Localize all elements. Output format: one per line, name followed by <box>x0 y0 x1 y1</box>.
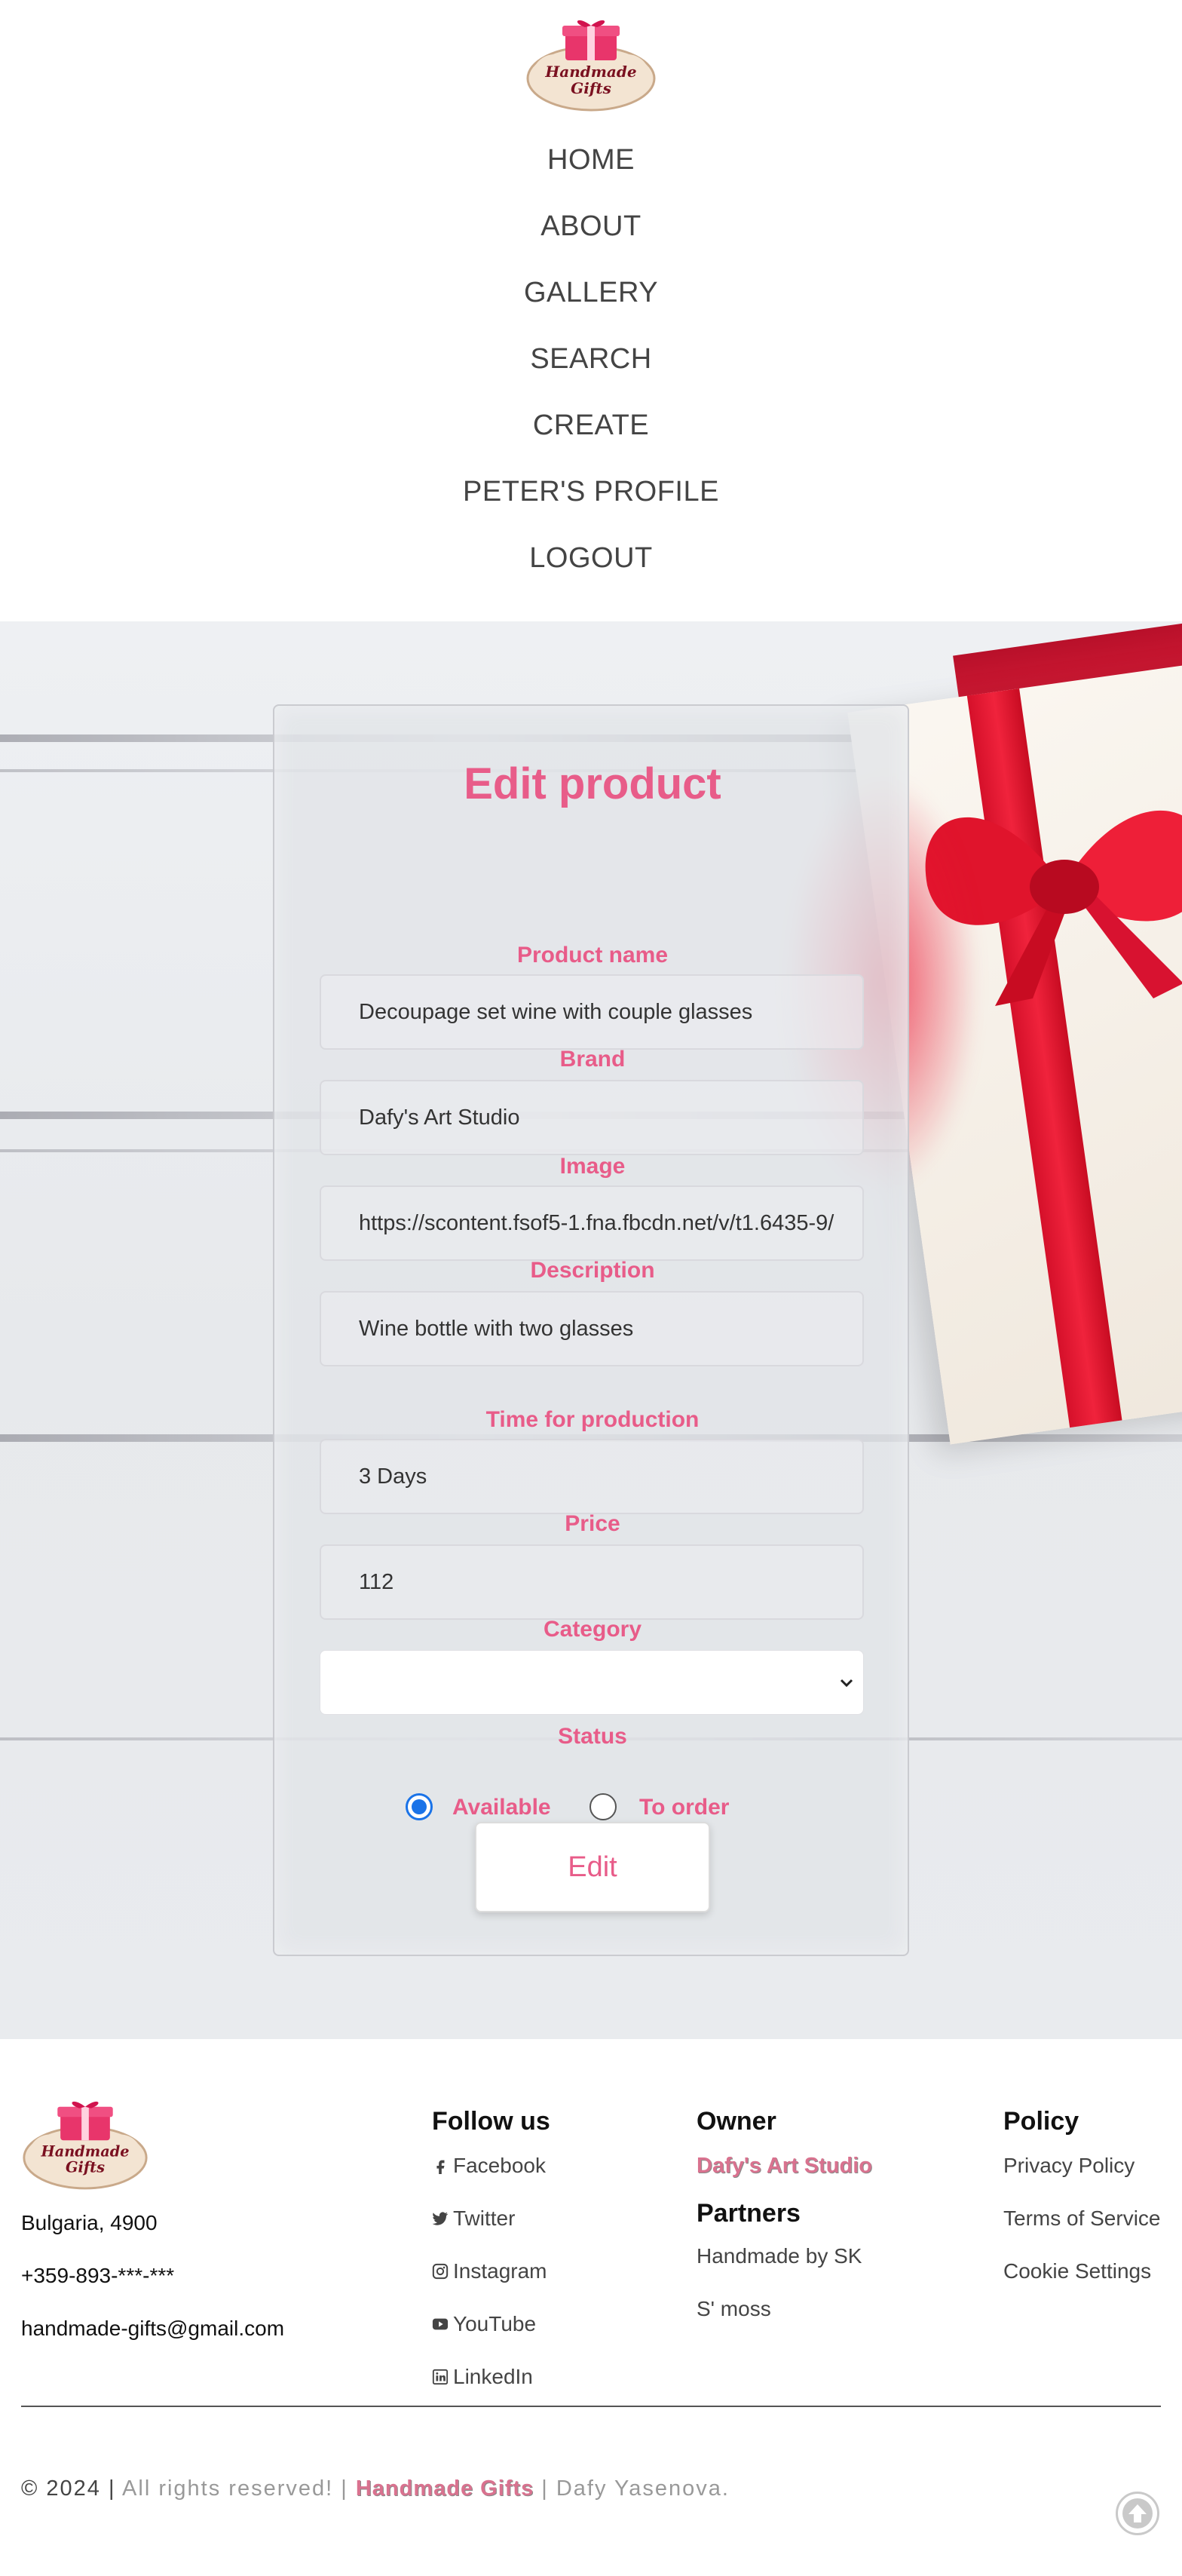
edit-submit-button[interactable]: Edit <box>475 1822 710 1912</box>
form-title: Edit product <box>464 759 721 808</box>
svg-text:Handmade: Handmade <box>544 63 636 81</box>
owner-link[interactable]: Dafy's Art Studio <box>697 2154 872 2179</box>
edit-product-form: Edit product Product name Decoupage set … <box>273 704 909 1956</box>
facebook-icon <box>436 2160 445 2174</box>
status-available-label[interactable]: Available <box>452 1795 551 1820</box>
owner-heading: Owner <box>697 2107 776 2136</box>
scroll-to-top-button[interactable] <box>1116 2492 1159 2535</box>
footer-address: Bulgaria, 4900 <box>21 2211 158 2234</box>
nav-about[interactable]: ABOUT <box>0 193 1182 259</box>
partners-heading: Partners <box>697 2199 801 2228</box>
copyright-separator: | <box>109 2476 116 2501</box>
copyright-author: | Dafy Yasenova. <box>541 2476 730 2501</box>
partner-link-s-moss[interactable]: S' moss <box>697 2297 771 2321</box>
hero-background: Edit product Product name Decoupage set … <box>0 621 1182 2039</box>
nav-gallery[interactable]: GALLERY <box>0 259 1182 326</box>
price-label: Price <box>565 1511 620 1536</box>
price-input[interactable]: 112 <box>320 1544 864 1620</box>
production-time-input[interactable]: 3 Days <box>320 1439 864 1514</box>
arrow-up-icon <box>1122 2498 1153 2528</box>
twitter-label: Twitter <box>453 2206 516 2230</box>
svg-text:Gifts: Gifts <box>571 79 611 97</box>
product-name-input[interactable]: Decoupage set wine with couple glasses <box>320 974 864 1050</box>
terms-of-service-link[interactable]: Terms of Service <box>1003 2206 1161 2231</box>
site-footer: Handmade Gifts Bulgaria, 4900 +359-893-*… <box>0 2039 1182 2576</box>
site-header: Handmade Gifts HOME ABOUT GALLERY SEARCH… <box>0 0 1182 621</box>
cookie-settings-link[interactable]: Cookie Settings <box>1003 2259 1151 2283</box>
copyright-notice: © 2024 | All rights reserved! | Handmade… <box>21 2476 730 2501</box>
follow-us-heading: Follow us <box>432 2107 550 2136</box>
brand-label: Brand <box>559 1047 626 1072</box>
privacy-policy-link[interactable]: Privacy Policy <box>1003 2154 1135 2178</box>
footer-phone: +359-893-***-*** <box>21 2264 175 2287</box>
nav-logout[interactable]: LOGOUT <box>0 525 1182 591</box>
product-name-label: Product name <box>516 943 669 968</box>
status-to-order-radio[interactable] <box>589 1793 617 1820</box>
description-label: Description <box>530 1258 655 1283</box>
status-available-radio[interactable] <box>406 1793 433 1820</box>
facebook-link[interactable]: Facebook <box>432 2154 546 2178</box>
instagram-link[interactable]: Instagram <box>432 2259 547 2283</box>
footer-email[interactable]: handmade-gifts@gmail.com <box>21 2317 284 2341</box>
image-label: Image <box>559 1154 626 1179</box>
nav-search[interactable]: SEARCH <box>0 326 1182 392</box>
policy-heading: Policy <box>1003 2107 1079 2136</box>
svg-text:Handmade: Handmade <box>41 2142 130 2160</box>
instagram-icon <box>432 2263 449 2280</box>
status-label: Status <box>558 1724 627 1749</box>
category-select[interactable] <box>320 1650 864 1715</box>
twitter-link[interactable]: Twitter <box>432 2206 515 2231</box>
linkedin-icon <box>432 2369 449 2385</box>
status-to-order-label[interactable]: To order <box>639 1795 729 1820</box>
youtube-link[interactable]: YouTube <box>432 2312 536 2336</box>
linkedin-link[interactable]: LinkedIn <box>432 2365 533 2389</box>
production-time-label: Time for production <box>485 1407 700 1432</box>
site-logo[interactable]: Handmade Gifts <box>525 18 657 112</box>
brand-input[interactable]: Dafy's Art Studio <box>320 1080 864 1155</box>
nav-profile[interactable]: PETER'S PROFILE <box>0 458 1182 525</box>
category-label: Category <box>543 1617 642 1642</box>
facebook-label: Facebook <box>453 2154 546 2177</box>
svg-text:Gifts: Gifts <box>66 2159 105 2176</box>
copyright-brand[interactable]: Handmade Gifts <box>356 2476 534 2501</box>
linkedin-label: LinkedIn <box>453 2365 533 2388</box>
partner-link-handmade-by-sk[interactable]: Handmade by SK <box>697 2244 862 2268</box>
chevron-down-icon <box>840 1679 853 1688</box>
instagram-label: Instagram <box>453 2259 547 2283</box>
nav-home[interactable]: HOME <box>0 127 1182 193</box>
description-input[interactable]: Wine bottle with two glasses <box>320 1291 864 1366</box>
twitter-icon <box>432 2212 449 2225</box>
copyright-rights: All rights reserved! | <box>122 2476 348 2501</box>
footer-logo[interactable]: Handmade Gifts <box>21 2099 149 2190</box>
youtube-icon <box>432 2318 449 2330</box>
image-url-input[interactable]: https://scontent.fsof5-1.fna.fbcdn.net/v… <box>320 1185 864 1261</box>
nav-create[interactable]: CREATE <box>0 392 1182 458</box>
copyright-year: © 2024 <box>21 2476 101 2501</box>
main-nav: HOME ABOUT GALLERY SEARCH CREATE PETER'S… <box>0 127 1182 591</box>
youtube-label: YouTube <box>453 2312 537 2335</box>
footer-divider <box>21 2406 1161 2407</box>
